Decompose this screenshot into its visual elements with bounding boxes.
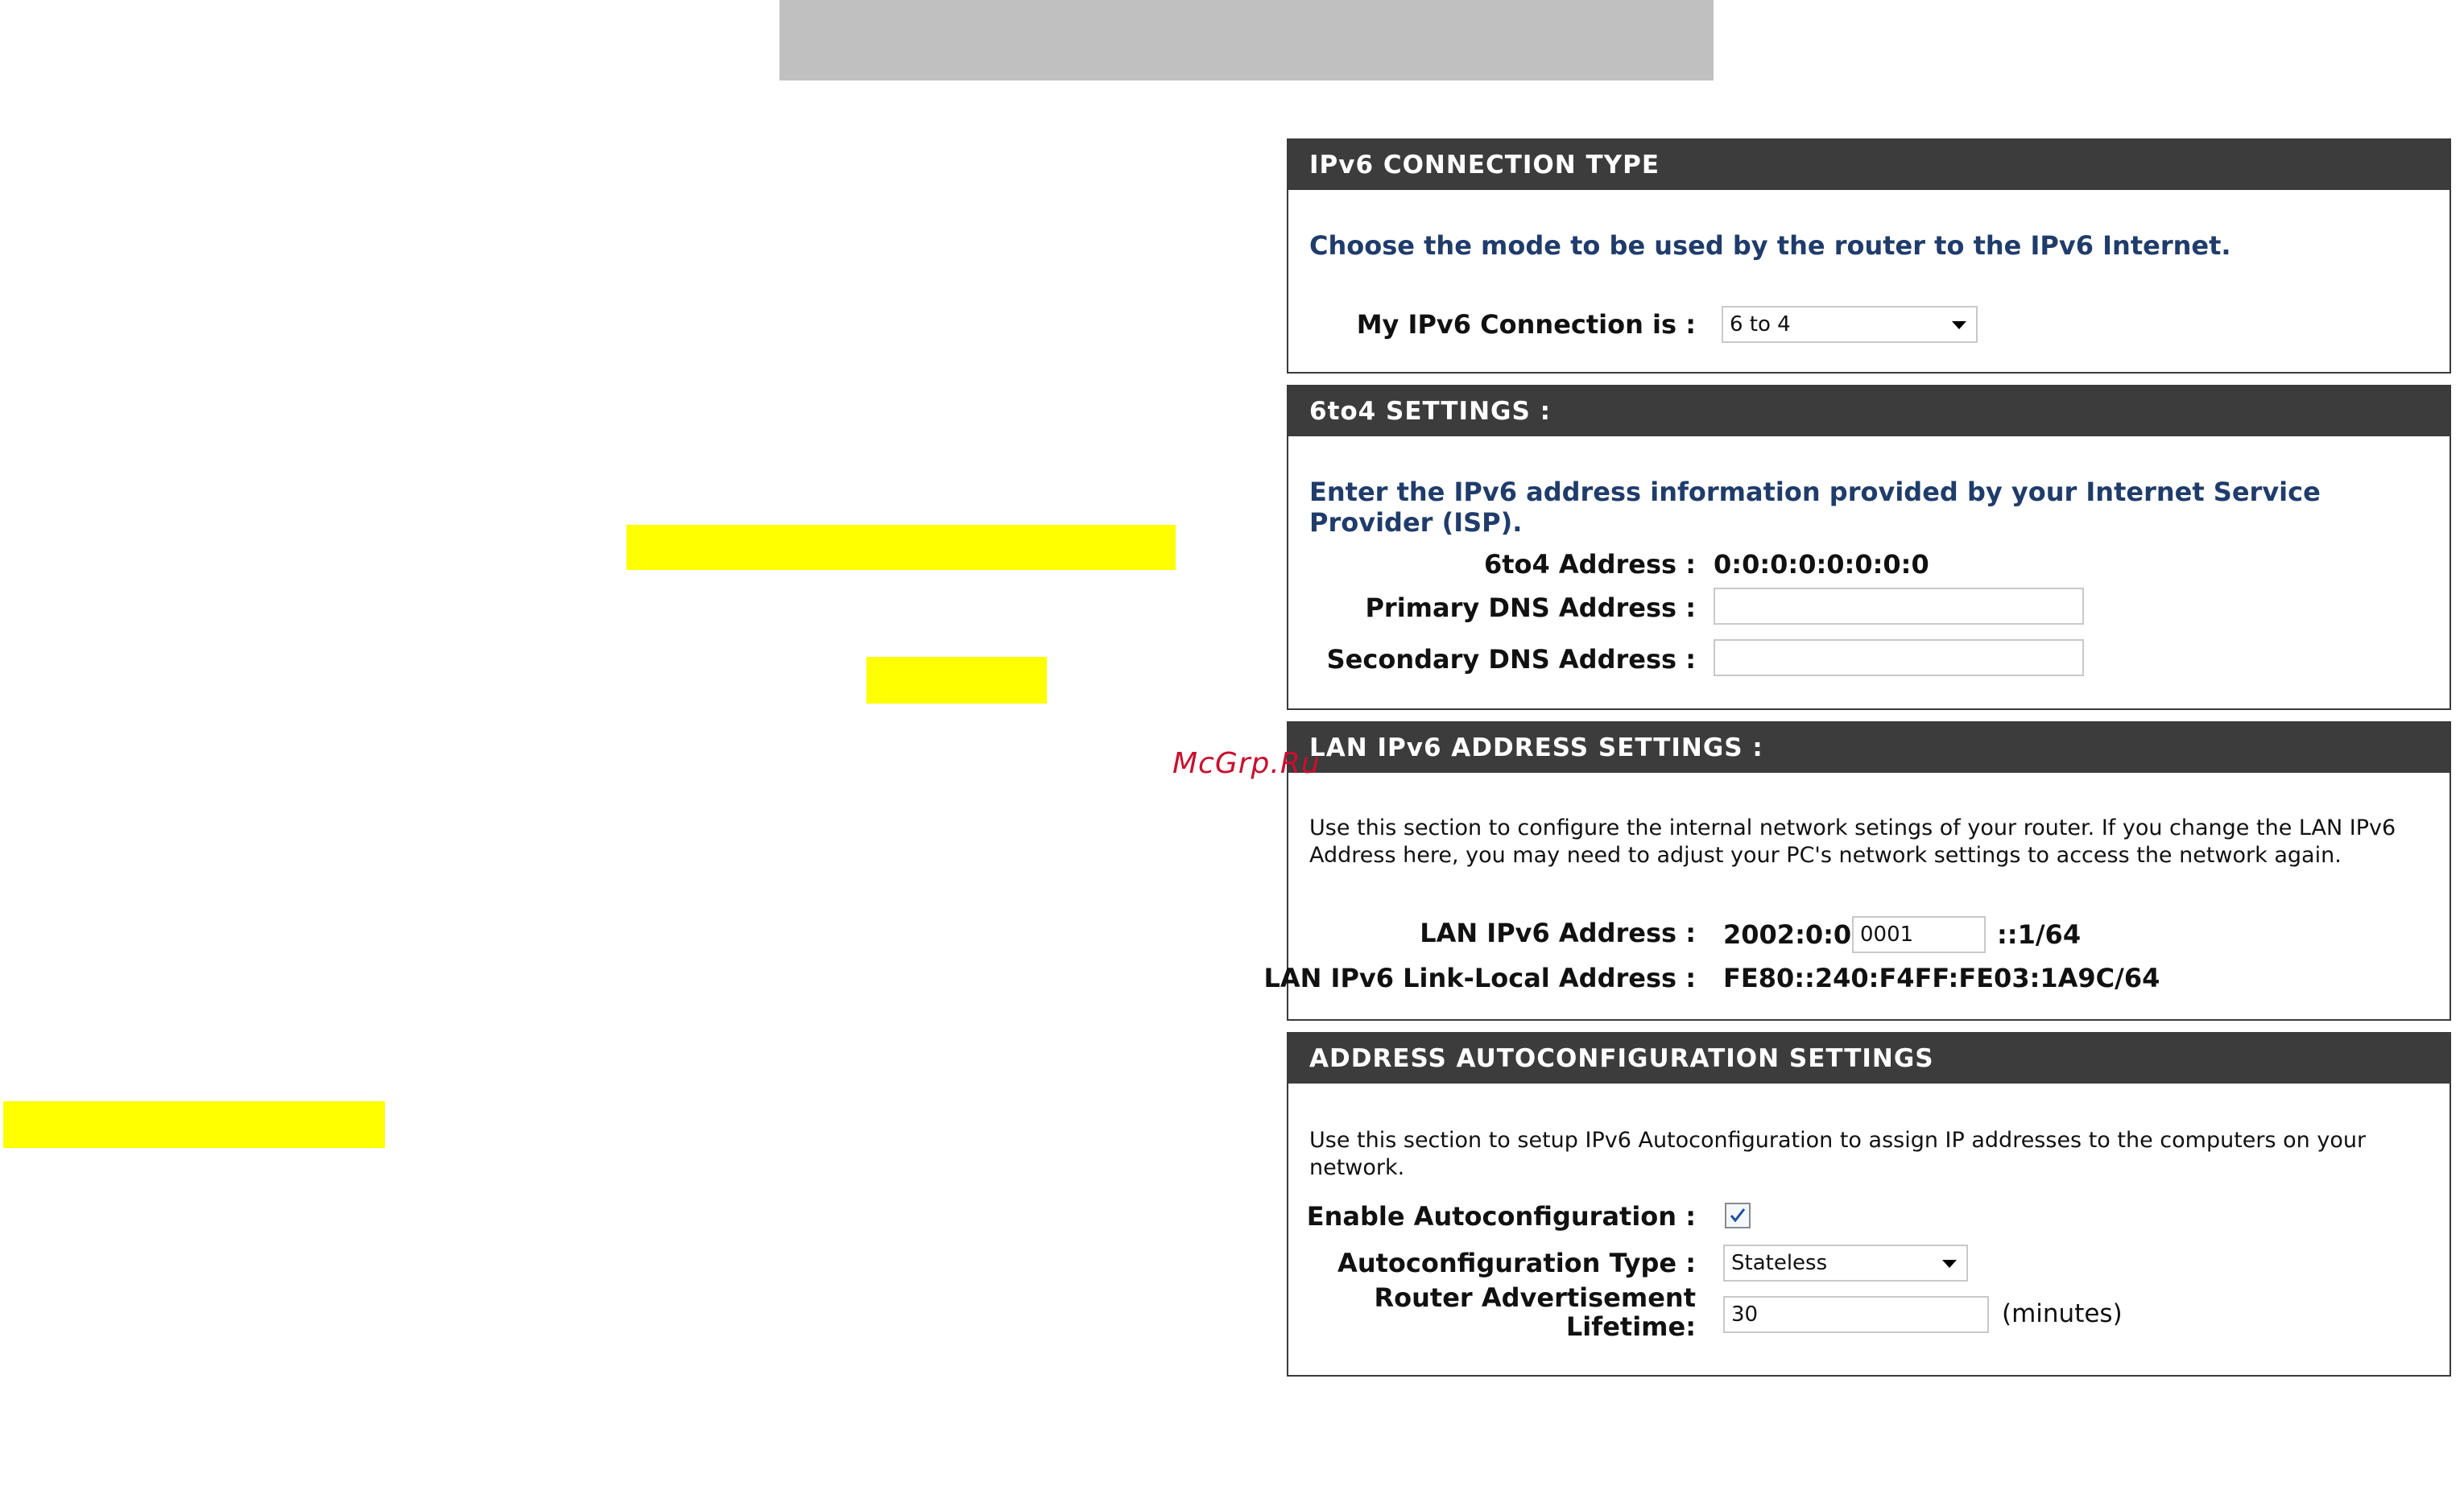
panel-header: 6to4 SETTINGS :: [1288, 386, 2450, 436]
enable-autoconfig-checkbox[interactable]: [1725, 1203, 1751, 1228]
autoconfig-type-label: Autoconfiguration Type :: [1337, 1248, 1696, 1278]
router-advert-lifetime-input[interactable]: 30: [1723, 1296, 1989, 1333]
chevron-down-icon: [1952, 321, 1966, 329]
yellow-highlight-2: [866, 657, 1047, 704]
router-advert-lifetime-label: Router Advertisement Lifetime:: [1374, 1282, 1696, 1342]
panel-header: LAN IPv6 ADDRESS SETTINGS :: [1288, 723, 2450, 773]
watermark: McGrp.Ru: [1172, 747, 1321, 780]
autoconfig-type-select[interactable]: Stateless: [1723, 1245, 1968, 1282]
lan-ipv6-settings-panel: LAN IPv6 ADDRESS SETTINGS : Use this sec…: [1263, 721, 2451, 1021]
lan-ipv6-address-suffix: ::1/64: [1997, 919, 2082, 950]
panel-intro: Use this section to setup IPv6 Autoconfi…: [1309, 1128, 2367, 1180]
secondary-dns-label: Secondary DNS Address :: [1326, 644, 1696, 675]
primary-dns-input[interactable]: [1714, 588, 2084, 625]
checkmark-icon: [1730, 1208, 1746, 1223]
link-local-label: LAN IPv6 Link-Local Address :: [1263, 963, 1696, 993]
lan-ipv6-address-input[interactable]: 0001: [1852, 916, 1986, 953]
chevron-down-icon: [1942, 1260, 1957, 1268]
enable-autoconfig-label: Enable Autoconfiguration :: [1306, 1201, 1696, 1232]
yellow-highlight-3: [3, 1101, 385, 1148]
panel-header: ADDRESS AUTOCONFIGURATION SETTINGS: [1288, 1034, 2450, 1084]
panel-intro: Use this section to configure the intern…: [1309, 815, 2396, 868]
link-local-value: FE80::240:F4FF:FE03:1A9C/64: [1723, 963, 2160, 993]
secondary-dns-input[interactable]: [1714, 639, 2084, 676]
lan-ipv6-address-prefix: 2002:0:0:: [1723, 919, 1862, 950]
sixto4-address-label: 6to4 Address :: [1483, 549, 1696, 580]
panel-intro: Enter the IPv6 address information provi…: [1309, 477, 2321, 538]
sixto4-settings-panel: 6to4 SETTINGS : Enter the IPv6 address i…: [1287, 385, 2451, 710]
panel-header: IPv6 CONNECTION TYPE: [1288, 140, 2450, 190]
autoconfig-settings-panel: ADDRESS AUTOCONFIGURATION SETTINGS Use t…: [1287, 1032, 2451, 1377]
lan-ipv6-address-label: LAN IPv6 Address :: [1420, 918, 1696, 948]
primary-dns-label: Primary DNS Address :: [1365, 592, 1696, 623]
panel-intro: Choose the mode to be used by the router…: [1309, 230, 2231, 261]
ipv6-connection-type-panel: IPv6 CONNECTION TYPE Choose the mode to …: [1287, 138, 2451, 374]
autoconfig-type-value: Stateless: [1731, 1251, 1828, 1275]
connection-type-label: My IPv6 Connection is :: [1356, 309, 1696, 340]
connection-type-select[interactable]: 6 to 4: [1722, 306, 1978, 343]
yellow-highlight-1: [626, 525, 1176, 570]
lifetime-unit-label: (minutes): [2002, 1299, 2123, 1328]
top-gray-bar: [779, 0, 1714, 81]
connection-type-value: 6 to 4: [1730, 312, 1791, 336]
sixto4-address-value: 0:0:0:0:0:0:0:0: [1714, 549, 1929, 580]
